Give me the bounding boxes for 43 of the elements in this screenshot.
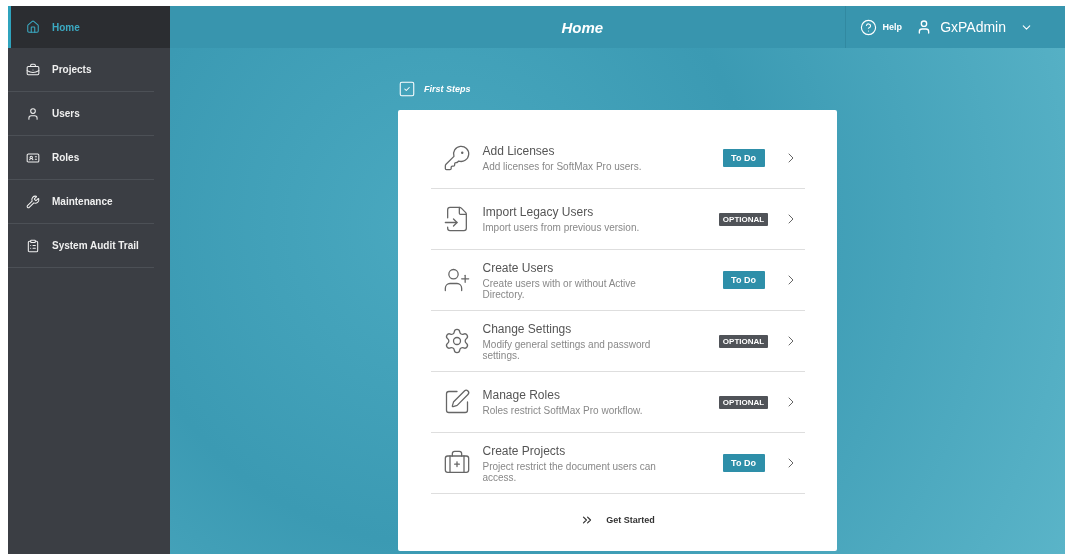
todo-badge: To Do (722, 149, 765, 167)
sidebar-item[interactable]: Projects (8, 48, 154, 92)
step-row[interactable]: Manage Roles Roles restrict SoftMax Pro workflow. OPTIONAL (430, 372, 805, 433)
sidebar-item[interactable]: Roles (8, 136, 154, 180)
briefcase-icon (26, 62, 40, 77)
step-description: Roles restrict SoftMax Pro workflow. (482, 405, 644, 416)
help-icon (859, 18, 877, 36)
wrench-icon (26, 194, 40, 209)
step-title: Create Users (482, 260, 555, 275)
clipboard-icon (26, 238, 40, 253)
key-icon (442, 144, 471, 172)
page-title: Home (560, 18, 605, 36)
step-row[interactable]: Import Legacy Users Import users from previous version. OPTIONAL (430, 189, 805, 250)
step-title: Add Licenses (482, 144, 556, 158)
optional-badge: OPTIONAL (718, 334, 769, 348)
step-title: Import Legacy Users (482, 205, 595, 219)
id-card-icon (26, 150, 40, 165)
optional-badge: OPTIONAL (718, 395, 769, 409)
step-row[interactable]: Create Users Create users with or without Active Directory. To Do (430, 250, 805, 311)
step-description: Project restrict the document users can access. (482, 460, 657, 483)
step-description: Create users with or without Active Directory. (482, 277, 637, 300)
step-row[interactable]: Change Settings Modify general settings and password settings. OPTIONAL (430, 311, 805, 372)
step-title: Manage Roles (482, 388, 561, 402)
get-started-button[interactable]: Get Started (574, 512, 661, 528)
todo-badge: To Do (722, 271, 765, 289)
step-row[interactable]: Add Licenses Add licenses for SoftMax Pro users. To Do (430, 128, 805, 189)
section-title: First Steps (424, 84, 471, 94)
sidebar-item[interactable]: Home (8, 6, 170, 48)
step-row[interactable]: Create Projects Project restrict the document users can access. To Do (430, 433, 805, 494)
todo-badge: To Do (722, 454, 765, 472)
user-plus-icon (442, 266, 471, 294)
step-description: Add licenses for SoftMax Pro users. (482, 161, 643, 172)
sidebar-item[interactable]: Users (8, 92, 154, 136)
optional-badge: OPTIONAL (718, 212, 769, 226)
step-description: Import users from previous version. (482, 222, 641, 233)
home-icon (26, 20, 40, 34)
step-title: Create Projects (482, 443, 567, 458)
checkbox-icon (398, 80, 416, 98)
sidebar-item[interactable]: Maintenance (8, 180, 154, 224)
step-description: Modify general settings and password settings. (482, 338, 652, 361)
sidebar-item[interactable]: System Audit Trail (8, 224, 154, 268)
step-title: Change Settings (482, 321, 573, 336)
user-icon (26, 106, 40, 121)
